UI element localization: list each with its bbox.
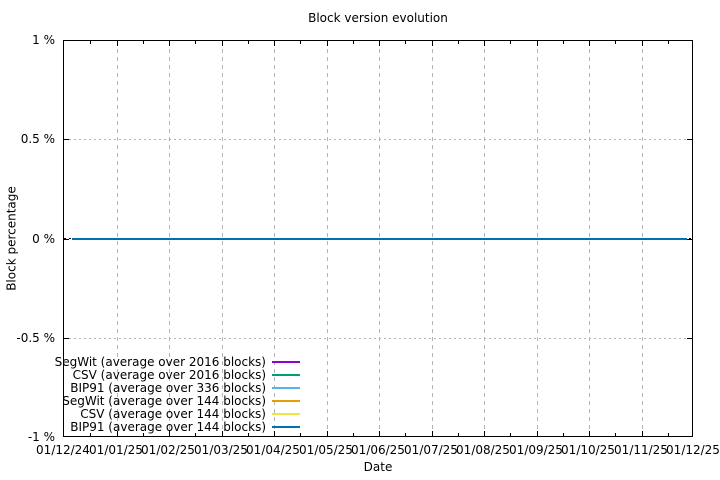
x-minor-tick — [300, 433, 301, 436]
x-major-tick — [327, 431, 328, 436]
y-tick-label: 0.5 % — [0, 132, 55, 146]
x-major-tick — [484, 431, 485, 436]
legend-line-sample — [272, 374, 300, 376]
x-minor-tick — [668, 41, 669, 44]
x-major-tick — [537, 431, 538, 436]
x-minor-tick — [90, 41, 91, 44]
legend-line-sample — [272, 413, 300, 415]
x-minor-tick — [563, 433, 564, 436]
x-major-tick — [379, 41, 380, 46]
legend-row: BIP91 (average over 144 blocks) — [0, 421, 300, 434]
chart-canvas: Block version evolution Block percentage… — [0, 0, 720, 480]
y-major-tick — [687, 338, 692, 339]
x-minor-tick — [458, 433, 459, 436]
legend-label: BIP91 (average over 144 blocks) — [0, 421, 266, 434]
x-major-tick — [379, 431, 380, 436]
x-minor-tick — [615, 433, 616, 436]
legend-line-sample — [272, 387, 300, 389]
x-minor-tick — [510, 433, 511, 436]
x-major-tick — [589, 431, 590, 436]
x-minor-tick — [195, 41, 196, 44]
legend-line-sample — [272, 400, 300, 402]
data-line-flat-zero — [72, 238, 687, 240]
chart-title: Block version evolution — [63, 11, 693, 25]
x-tick-label: 01/12/25 — [653, 443, 720, 457]
x-major-tick — [642, 431, 643, 436]
y-major-tick — [64, 338, 69, 339]
h-gridline — [64, 338, 692, 339]
x-minor-tick — [563, 41, 564, 44]
x-major-tick — [117, 41, 118, 46]
x-major-tick — [432, 41, 433, 46]
x-minor-tick — [615, 41, 616, 44]
x-minor-tick — [668, 433, 669, 436]
x-minor-tick — [300, 41, 301, 44]
x-major-tick — [169, 41, 170, 46]
x-major-tick — [274, 41, 275, 46]
x-minor-tick — [143, 41, 144, 44]
y-major-tick — [687, 239, 692, 240]
x-minor-tick — [353, 433, 354, 436]
h-gridline — [64, 139, 692, 140]
x-major-tick — [222, 41, 223, 46]
y-major-tick — [687, 139, 692, 140]
x-minor-tick — [353, 41, 354, 44]
x-minor-tick — [248, 41, 249, 44]
x-minor-tick — [405, 41, 406, 44]
x-minor-tick — [510, 41, 511, 44]
y-tick-label: 1 % — [0, 33, 55, 47]
x-major-tick — [537, 41, 538, 46]
x-major-tick — [432, 431, 433, 436]
y-major-tick — [64, 239, 69, 240]
y-major-tick — [64, 139, 69, 140]
x-major-tick — [589, 41, 590, 46]
y-tick-label: 0 % — [0, 232, 55, 246]
legend-line-sample — [272, 426, 300, 428]
x-axis-label: Date — [63, 460, 693, 474]
x-major-tick — [327, 41, 328, 46]
x-minor-tick — [405, 433, 406, 436]
y-tick-label: -0.5 % — [0, 331, 55, 345]
x-major-tick — [484, 41, 485, 46]
x-major-tick — [642, 41, 643, 46]
legend-line-sample — [272, 361, 300, 363]
x-minor-tick — [458, 41, 459, 44]
